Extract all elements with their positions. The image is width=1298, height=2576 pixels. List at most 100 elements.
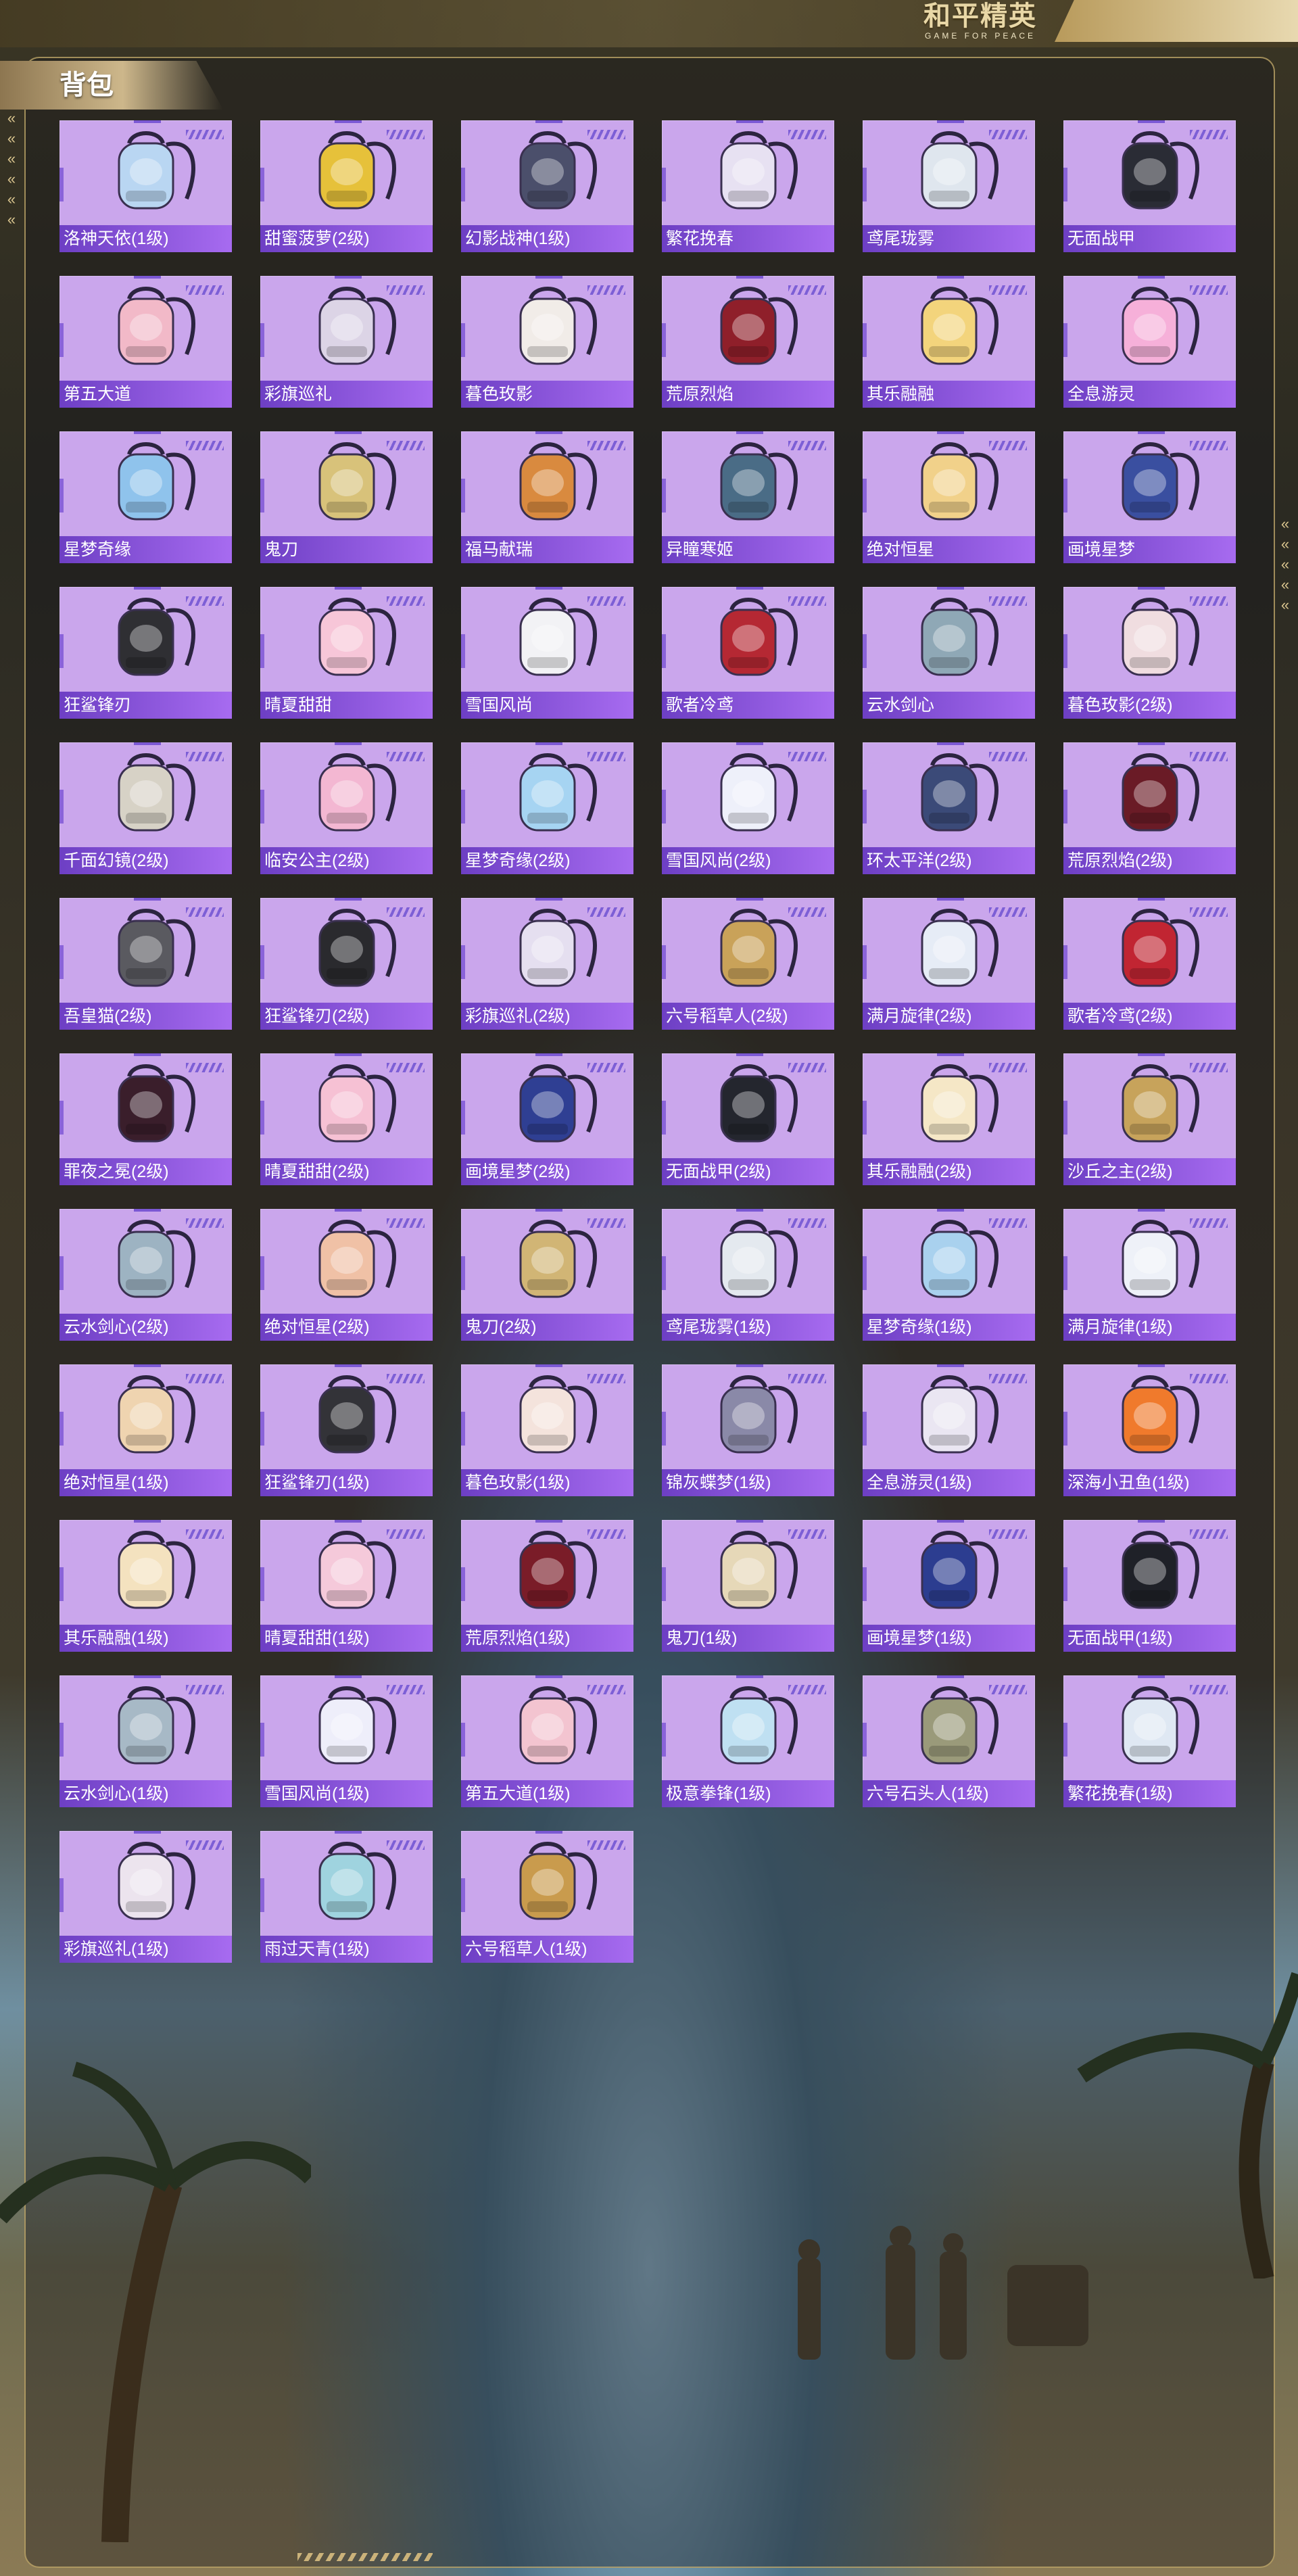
backpack-card[interactable]: 云水剑心(2级) [59,1209,232,1341]
backpack-card[interactable]: 荒原烈焰 [662,276,834,408]
card-top-accent [1138,1675,1165,1678]
backpack-card[interactable]: 雨过天青(1级) [260,1831,433,1963]
backpack-card[interactable]: 荒原烈焰(2级) [1063,742,1236,874]
backpack-card[interactable]: 全息游灵(1级) [863,1364,1035,1496]
backpack-card[interactable]: 星梦奇缘 [59,431,232,563]
backpack-card[interactable]: 无面战甲(1级) [1063,1520,1236,1652]
card-top-accent [736,120,763,123]
backpack-card[interactable]: 鬼刀(1级) [662,1520,834,1652]
backpack-card[interactable]: 荒原烈焰(1级) [461,1520,633,1652]
backpack-card[interactable]: 无面战甲 [1063,120,1236,252]
backpack-card[interactable]: 锦灰蝶梦(1级) [662,1364,834,1496]
backpack-name: 第五大道 [59,381,232,408]
backpack-card[interactable]: 雪国风尚 [461,587,633,719]
backpack-card[interactable]: 异瞳寒姬 [662,431,834,563]
backpack-card[interactable]: 深海小丑鱼(1级) [1063,1364,1236,1496]
backpack-card[interactable]: 吾皇猫(2级) [59,898,232,1030]
backpack-card[interactable]: 歌者冷鸢(2级) [1063,898,1236,1030]
backpack-name: 洛神天依(1级) [59,225,232,252]
backpack-card[interactable]: 歌者冷鸢 [662,587,834,719]
backpack-card[interactable]: 其乐融融(1级) [59,1520,232,1652]
backpack-name: 鸢尾珑雾(1级) [662,1314,834,1341]
backpack-card[interactable]: 其乐融融(2级) [863,1053,1035,1185]
backpack-card[interactable]: 画境星梦 [1063,431,1236,563]
backpack-card[interactable]: 彩旗巡礼(1级) [59,1831,232,1963]
backpack-card[interactable]: 福马献瑞 [461,431,633,563]
card-top-accent [937,431,964,434]
snow-penguin-backpack-icon [293,1679,401,1778]
backpack-card[interactable]: 鸢尾珑雾 [863,120,1035,252]
backpack-card[interactable]: 洛神天依(1级) [59,120,232,252]
backpack-card[interactable]: 沙丘之主(2级) [1063,1053,1236,1185]
backpack-card[interactable]: 狂鲨锋刃 [59,587,232,719]
card-top-accent [535,1053,562,1056]
backpack-name: 深海小丑鱼(1级) [1063,1469,1236,1496]
backpack-card[interactable]: 星梦奇缘(1级) [863,1209,1035,1341]
backpack-card[interactable]: 幻影战神(1级) [461,120,633,252]
backpack-card[interactable]: 满月旋律(2级) [863,898,1035,1030]
backpack-card[interactable]: 千面幻镜(2级) [59,742,232,874]
red-pouch-backpack-icon [694,591,802,690]
backpack-card[interactable]: 云水剑心(1级) [59,1675,232,1807]
backpack-card[interactable]: 绝对恒星(2级) [260,1209,433,1341]
scarecrow-backpack-icon [494,1835,602,1934]
backpack-card[interactable]: 六号稻草人(2级) [662,898,834,1030]
card-top-accent [535,587,562,590]
backpack-card[interactable]: 繁花挽春(1级) [1063,1675,1236,1807]
pink-bunny-bag-icon [293,591,401,690]
card-side-accent [260,1256,264,1290]
backpack-card[interactable]: 暮色玫影(1级) [461,1364,633,1496]
backpack-card[interactable]: 鬼刀(2级) [461,1209,633,1341]
backpack-card[interactable]: 晴夏甜甜(1级) [260,1520,433,1652]
backpack-card[interactable]: 繁花挽春 [662,120,834,252]
card-side-accent [1063,790,1067,824]
backpack-card[interactable]: 鸢尾珑雾(1级) [662,1209,834,1341]
card-side-accent [662,1101,666,1135]
backpack-card[interactable]: 彩旗巡礼 [260,276,433,408]
backpack-card[interactable]: 绝对恒星(1级) [59,1364,232,1496]
backpack-card[interactable]: 无面战甲(2级) [662,1053,834,1185]
swan-backpack-icon [92,435,200,534]
backpack-card[interactable]: 甜蜜菠萝(2级) [260,120,433,252]
backpack-card[interactable]: 暮色玫影(2级) [1063,587,1236,719]
iris-bag-icon [895,124,1003,223]
backpack-card[interactable]: 临安公主(2级) [260,742,433,874]
backpack-card[interactable]: 鬼刀 [260,431,433,563]
backpack-name: 绝对恒星(1级) [59,1469,232,1496]
backpack-card[interactable]: 雪国风尚(2级) [662,742,834,874]
backpack-card[interactable]: 六号石头人(1级) [863,1675,1035,1807]
stone-man-bag-icon [895,1679,1003,1778]
backpack-card[interactable]: 绝对恒星 [863,431,1035,563]
backpack-card[interactable]: 满月旋律(1级) [1063,1209,1236,1341]
backpack-card[interactable]: 全息游灵 [1063,276,1236,408]
backpack-card[interactable]: 极意拳锋(1级) [662,1675,834,1807]
backpack-card[interactable]: 狂鲨锋刃(2级) [260,898,433,1030]
backpack-card[interactable]: 六号稻草人(1级) [461,1831,633,1963]
backpack-card[interactable]: 环太平洋(2级) [863,742,1035,874]
card-top-accent [335,587,362,590]
card-top-accent [736,1053,763,1056]
backpack-card[interactable]: 晴夏甜甜 [260,587,433,719]
backpack-name: 六号稻草人(1级) [461,1936,633,1963]
card-top-accent [1138,120,1165,123]
backpack-card[interactable]: 云水剑心 [863,587,1035,719]
backpack-card[interactable]: 罪夜之冕(2级) [59,1053,232,1185]
backpack-card[interactable]: 星梦奇缘(2级) [461,742,633,874]
backpack-card[interactable]: 第五大道(1级) [461,1675,633,1807]
backpack-card[interactable]: 画境星梦(1级) [863,1520,1035,1652]
flower-bag-icon [1096,1679,1204,1778]
card-top-accent [535,742,562,745]
card-side-accent [260,1567,264,1601]
backpack-card[interactable]: 画境星梦(2级) [461,1053,633,1185]
backpack-card[interactable]: 狂鲨锋刃(1级) [260,1364,433,1496]
backpack-card[interactable]: 其乐融融 [863,276,1035,408]
backpack-card[interactable]: 第五大道 [59,276,232,408]
backpack-card[interactable]: 雪国风尚(1级) [260,1675,433,1807]
backpack-card[interactable]: 彩旗巡礼(2级) [461,898,633,1030]
card-side-accent [461,479,465,512]
card-side-accent [59,1101,64,1135]
backpack-card[interactable]: 晴夏甜甜(2级) [260,1053,433,1185]
backpack-card[interactable]: 暮色玫影 [461,276,633,408]
card-side-accent [59,1567,64,1601]
card-side-accent [260,945,264,979]
